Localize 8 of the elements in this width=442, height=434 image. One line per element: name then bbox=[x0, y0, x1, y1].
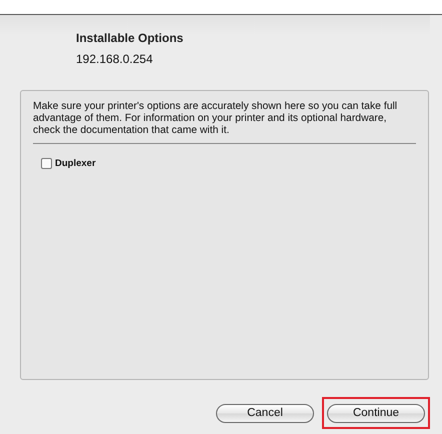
printer-address: 192.168.0.254 bbox=[76, 51, 154, 67]
dialog-button[interactable]: Cancel bbox=[216, 404, 314, 422]
checkbox-icon[interactable] bbox=[41, 158, 52, 169]
info-message: Make sure your printer's options are accurately shown here so you can take full advantage of them. For information on your printer and its optional hardware, check the documentation that came with it. bbox=[33, 101, 398, 137]
duplexer-checkbox[interactable]: Duplexer bbox=[41, 158, 96, 169]
dialog-title: Installable Options bbox=[76, 30, 184, 46]
option-label: Duplexer bbox=[55, 158, 96, 169]
dialog-button[interactable]: Continue bbox=[327, 404, 425, 422]
